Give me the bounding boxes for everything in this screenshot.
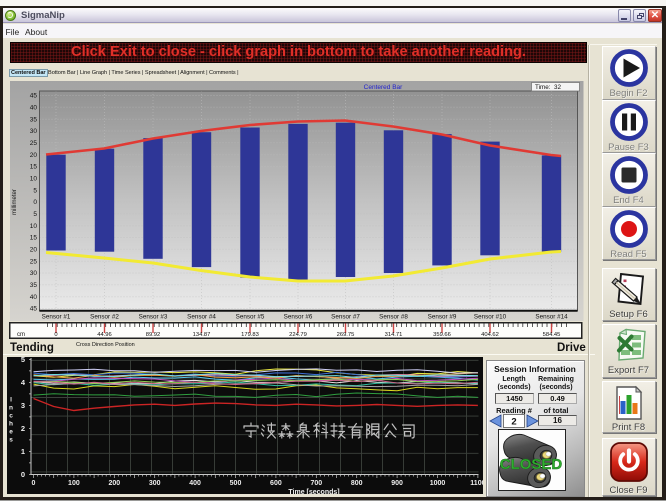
svg-text:c: c <box>9 412 13 419</box>
svg-text:500: 500 <box>230 480 242 487</box>
svg-text:5: 5 <box>33 187 37 194</box>
svg-text:20: 20 <box>30 246 38 253</box>
svg-text:Time:: Time: <box>535 84 551 91</box>
svg-text:0: 0 <box>32 480 36 487</box>
svg-text:3: 3 <box>21 400 25 409</box>
svg-text:179.83: 179.83 <box>241 332 259 338</box>
svg-text:25: 25 <box>30 140 38 147</box>
svg-text:40: 40 <box>30 104 38 111</box>
svg-text:e: e <box>9 428 13 435</box>
svg-text:CLOSED: CLOSED <box>500 456 563 473</box>
svg-text:400: 400 <box>189 480 201 487</box>
svg-text:89.92: 89.92 <box>146 332 161 338</box>
svg-text:0: 0 <box>21 469 25 478</box>
svg-text:30: 30 <box>30 270 38 277</box>
svg-text:600: 600 <box>270 480 282 487</box>
svg-text:35: 35 <box>30 116 38 123</box>
svg-text:Sensor #14: Sensor #14 <box>535 313 568 320</box>
svg-text:404.62: 404.62 <box>481 332 499 338</box>
svg-text:5: 5 <box>21 357 25 364</box>
svg-text:Sensor #4: Sensor #4 <box>187 313 216 320</box>
svg-text:584.45: 584.45 <box>543 332 561 338</box>
svg-text:45: 45 <box>30 305 38 312</box>
svg-text:n: n <box>9 404 13 411</box>
svg-text:Time [seconds]: Time [seconds] <box>288 489 339 494</box>
svg-text:h: h <box>9 420 13 427</box>
svg-text:40: 40 <box>30 293 38 300</box>
svg-text:Sensor #1: Sensor #1 <box>42 313 71 320</box>
svg-text:Sensor #9: Sensor #9 <box>428 313 457 320</box>
svg-text:10: 10 <box>30 175 38 182</box>
svg-text:millimeter: millimeter <box>12 189 18 215</box>
svg-text:1: 1 <box>21 446 25 455</box>
svg-text:10: 10 <box>30 222 38 229</box>
svg-text:900: 900 <box>391 480 403 487</box>
svg-text:1000: 1000 <box>430 480 446 487</box>
svg-text:15: 15 <box>30 234 38 241</box>
svg-text:25: 25 <box>30 258 38 265</box>
svg-text:700: 700 <box>310 480 322 487</box>
svg-text:Sensor #7: Sensor #7 <box>331 313 360 320</box>
svg-text:200: 200 <box>108 480 120 487</box>
svg-text:32: 32 <box>554 84 562 91</box>
svg-text:134.87: 134.87 <box>193 332 211 338</box>
svg-text:s: s <box>9 436 13 443</box>
svg-text:Centered Bar: Centered Bar <box>364 84 403 91</box>
svg-text:359.66: 359.66 <box>433 332 451 338</box>
svg-text:300: 300 <box>149 480 161 487</box>
svg-text:0: 0 <box>54 332 57 338</box>
svg-text:35: 35 <box>30 282 38 289</box>
svg-text:Sensor #10: Sensor #10 <box>474 313 507 320</box>
svg-text:44.96: 44.96 <box>97 332 112 338</box>
svg-text:100: 100 <box>68 480 80 487</box>
svg-text:2: 2 <box>21 423 25 432</box>
svg-text:269.75: 269.75 <box>337 332 355 338</box>
svg-text:800: 800 <box>351 480 363 487</box>
svg-text:224.79: 224.79 <box>289 332 307 338</box>
svg-text:0: 0 <box>33 199 37 206</box>
svg-text:20: 20 <box>30 151 38 158</box>
svg-text:Sensor #3: Sensor #3 <box>139 313 168 320</box>
svg-text:I: I <box>10 396 12 403</box>
svg-text:45: 45 <box>30 92 38 99</box>
svg-text:2: 2 <box>511 417 516 428</box>
svg-text:15: 15 <box>30 163 38 170</box>
svg-text:Sensor #6: Sensor #6 <box>284 313 313 320</box>
svg-text:Sensor #2: Sensor #2 <box>90 313 119 320</box>
svg-text:30: 30 <box>30 128 38 135</box>
svg-text:Sensor #8: Sensor #8 <box>379 313 408 320</box>
svg-text:Sensor #5: Sensor #5 <box>236 313 265 320</box>
svg-text:314.71: 314.71 <box>385 332 403 338</box>
svg-text:1100: 1100 <box>470 480 483 487</box>
svg-text:5: 5 <box>33 211 37 218</box>
svg-text:cm: cm <box>17 332 25 338</box>
